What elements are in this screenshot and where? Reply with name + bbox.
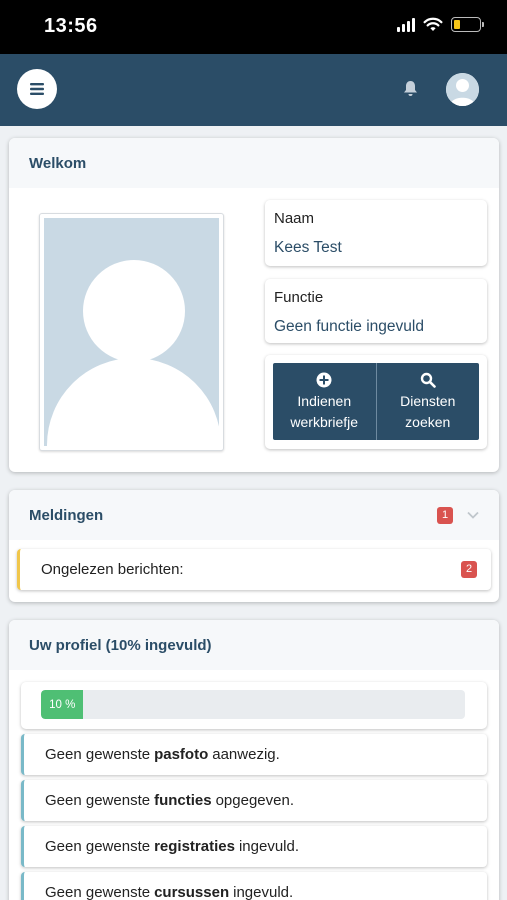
- function-label: Functie: [274, 289, 324, 306]
- task-prefix: Geen gewenste: [45, 746, 151, 763]
- notifications-count-badge: 1: [437, 506, 453, 524]
- chevron-down-icon[interactable]: [467, 511, 479, 519]
- hamburger-icon: [30, 83, 44, 95]
- name-label: Naam: [274, 210, 315, 227]
- profile-photo[interactable]: [39, 213, 224, 451]
- wifi-icon: [423, 17, 443, 31]
- welcome-card: Welkom Naam Kees Test Functie Geen funct…: [9, 138, 499, 472]
- task-prefix: Geen gewenste: [45, 838, 151, 855]
- task-suffix: aanwezig.: [212, 746, 280, 763]
- task-keyword: cursussen: [154, 884, 230, 900]
- notifications-header[interactable]: Meldingen 1: [9, 490, 499, 540]
- submit-timesheet-button[interactable]: Indienen werkbriefje: [273, 363, 376, 440]
- task-suffix: ingevuld.: [233, 884, 294, 900]
- task-keyword: registraties: [154, 838, 235, 855]
- profile-header: Uw profiel (10% ingevuld): [9, 620, 499, 670]
- task-item-courses[interactable]: Geen gewenste cursussen ingevuld.: [21, 872, 487, 900]
- search-icon: [420, 372, 436, 388]
- task-item-functions[interactable]: Geen gewenste functies opgegeven.: [21, 780, 487, 821]
- profile-progress-fill: 10 %: [41, 690, 84, 719]
- status-time: 13:56: [44, 15, 98, 37]
- notifications-title: Meldingen: [29, 506, 104, 524]
- action-button-group: Indienen werkbriefje Diensten zoeken: [273, 363, 479, 440]
- submit-timesheet-label: Indienen werkbriefje: [290, 392, 359, 430]
- profile-progress-bar: 10 %: [41, 690, 465, 719]
- task-keyword: pasfoto: [154, 746, 209, 763]
- status-icons: [397, 17, 484, 32]
- unread-messages-badge: 2: [461, 561, 477, 578]
- task-item-photo[interactable]: Geen gewenste pasfoto aanwezig.: [21, 734, 487, 775]
- plus-circle-icon: [316, 372, 332, 387]
- task-item-registrations[interactable]: Geen gewenste registraties ingevuld.: [21, 826, 487, 867]
- task-prefix: Geen gewenste: [45, 792, 151, 809]
- task-keyword: functies: [154, 792, 212, 809]
- function-box: Functie Geen functie ingevuld: [265, 279, 487, 343]
- actions-box: Indienen werkbriefje Diensten zoeken: [265, 355, 487, 449]
- user-avatar-button[interactable]: [446, 73, 479, 106]
- welcome-card-header: Welkom: [9, 138, 499, 188]
- avatar-placeholder-icon: [44, 218, 219, 446]
- menu-button[interactable]: [17, 69, 57, 109]
- function-value: Geen functie ingevuld: [274, 318, 424, 335]
- profile-card: Uw profiel (10% ingevuld) 10 % Geen gewe…: [9, 620, 499, 900]
- battery-icon: [451, 17, 484, 32]
- user-avatar-icon: [446, 73, 479, 106]
- name-box: Naam Kees Test: [265, 200, 487, 266]
- bell-icon: [404, 81, 417, 96]
- notifications-button[interactable]: [403, 80, 418, 102]
- status-bar: 13:56: [0, 0, 507, 54]
- task-suffix: opgegeven.: [215, 792, 294, 809]
- notifications-card: Meldingen 1 Ongelezen berichten: 2: [9, 490, 499, 602]
- app-header: [0, 54, 507, 126]
- task-prefix: Geen gewenste: [45, 884, 151, 900]
- unread-messages-item[interactable]: Ongelezen berichten: 2: [17, 549, 491, 590]
- cellular-signal-icon: [397, 17, 415, 32]
- name-value: Kees Test: [274, 239, 342, 256]
- search-shifts-label: Diensten zoeken: [400, 392, 456, 430]
- profile-progress-box: 10 %: [21, 682, 487, 729]
- task-suffix: ingevuld.: [238, 838, 299, 855]
- unread-messages-label: Ongelezen berichten:: [41, 561, 184, 578]
- welcome-title: Welkom: [29, 154, 87, 172]
- profile-title: Uw profiel (10% ingevuld): [29, 636, 212, 654]
- search-shifts-button[interactable]: Diensten zoeken: [375, 363, 480, 440]
